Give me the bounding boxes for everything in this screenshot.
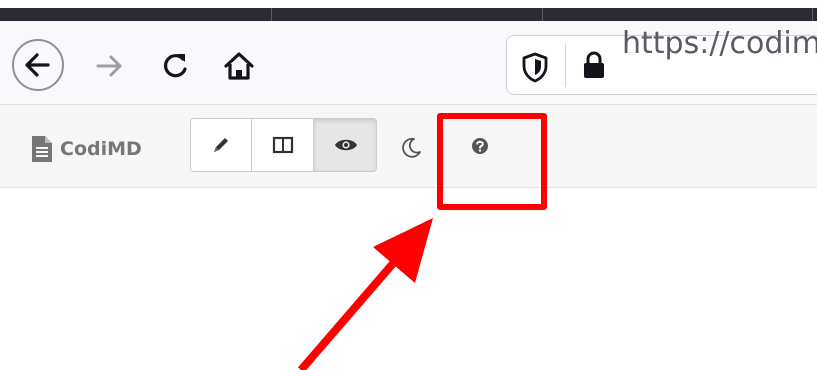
annotation-arrow [297, 218, 433, 370]
